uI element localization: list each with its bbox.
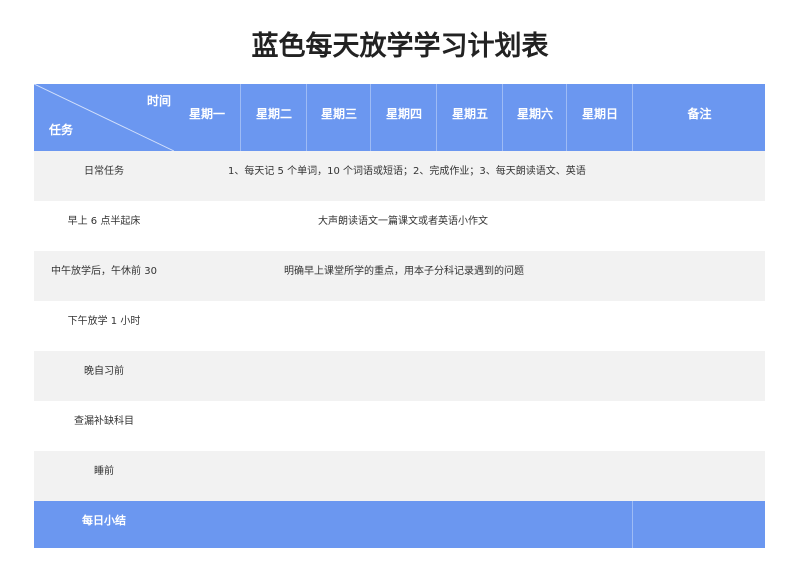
plan-table: 时间 任务 星期一 星期二 星期三 星期四 星期五 星期六 星期日 备注 日常任… (34, 84, 765, 548)
row-task: 早上 6 点半起床 (67, 216, 141, 227)
row-task: 中午放学后，午休前 30 (51, 266, 157, 277)
header-day-mon: 星期一 (188, 107, 225, 121)
header-day-thu: 星期四 (370, 84, 437, 151)
footer-divider (632, 501, 633, 548)
table-row: 日常任务 1、每天记 5 个单词，10 个词语或短语；2、完成作业；3、每天朗读… (34, 151, 765, 201)
row-task: 晚自习前 (84, 366, 124, 377)
table-row: 查漏补缺科目 (34, 401, 765, 451)
row-content: 大声朗读语文一篇课文或者英语小作文 (318, 216, 488, 227)
header-day-wed: 星期三 (306, 84, 371, 151)
table-footer: 每日小结 (34, 501, 765, 548)
row-content: 1、每天记 5 个单词，10 个词语或短语；2、完成作业；3、每天朗读语文、英语 (228, 166, 586, 177)
footer-summary-label: 每日小结 (82, 514, 126, 527)
table-row: 中午放学后，午休前 30 明确早上课堂所学的重点，用本子分科记录遇到的问题 (34, 251, 765, 301)
corner-cell: 时间 任务 (34, 84, 174, 151)
header-notes: 备注 (632, 84, 766, 151)
header-day-fri: 星期五 (436, 84, 503, 151)
header-day-sun: 星期日 (566, 84, 633, 151)
row-task: 查漏补缺科目 (74, 416, 134, 427)
row-task: 下午放学 1 小时 (67, 316, 141, 327)
row-content: 明确早上课堂所学的重点，用本子分科记录遇到的问题 (284, 266, 524, 277)
table-header: 时间 任务 星期一 星期二 星期三 星期四 星期五 星期六 星期日 备注 (34, 84, 765, 151)
row-task: 睡前 (94, 466, 114, 477)
corner-task-label: 任务 (49, 123, 74, 137)
header-day-tue: 星期二 (240, 84, 307, 151)
table-row: 早上 6 点半起床 大声朗读语文一篇课文或者英语小作文 (34, 201, 765, 251)
corner-time-label: 时间 (147, 94, 172, 108)
table-row: 晚自习前 (34, 351, 765, 401)
table-row: 下午放学 1 小时 (34, 301, 765, 351)
header-day-sat: 星期六 (502, 84, 567, 151)
table-row: 睡前 (34, 451, 765, 501)
row-task: 日常任务 (84, 166, 124, 177)
page-title: 蓝色每天放学学习计划表 (251, 31, 549, 62)
